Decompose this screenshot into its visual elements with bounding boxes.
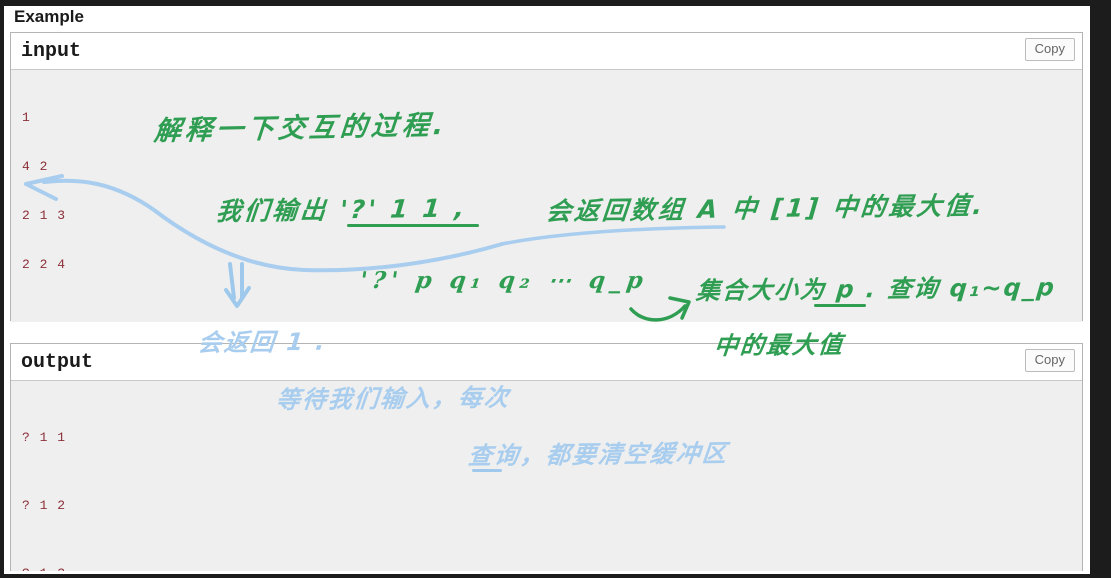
output-header: output Copy bbox=[11, 344, 1082, 381]
output-line: ? 1 3 bbox=[22, 555, 1072, 571]
window-frame: Example input Copy 1 4 2 2 1 3 2 2 4 1 2… bbox=[0, 0, 1111, 578]
output-testcase-block: output Copy ? 1 1 ? 1 2 ? 1 3 ? 1 4 ! 4 … bbox=[10, 343, 1083, 571]
input-content[interactable]: 1 4 2 2 1 3 2 2 4 1 2 3 4 Correct bbox=[11, 70, 1082, 322]
output-content[interactable]: ? 1 1 ? 1 2 ? 1 3 ? 1 4 ! 4 3 bbox=[11, 381, 1082, 571]
copy-input-button[interactable]: Copy bbox=[1024, 38, 1075, 61]
page-content: Example input Copy 1 4 2 2 1 3 2 2 4 1 2… bbox=[4, 6, 1090, 574]
input-line: 2 1 3 bbox=[22, 208, 67, 223]
output-label: output bbox=[21, 351, 94, 374]
output-line: ? 1 1 bbox=[22, 430, 67, 445]
input-label: input bbox=[21, 40, 82, 63]
page-title: Example bbox=[14, 7, 84, 26]
input-header: input Copy bbox=[11, 33, 1082, 70]
input-line: 2 2 4 bbox=[22, 257, 67, 272]
input-line: 1 bbox=[22, 110, 31, 125]
input-testcase-block: input Copy 1 4 2 2 1 3 2 2 4 1 2 3 4 Cor… bbox=[10, 32, 1083, 322]
output-line: ? 1 2 bbox=[22, 498, 67, 513]
input-blank-line bbox=[22, 304, 1072, 322]
copy-output-button[interactable]: Copy bbox=[1024, 349, 1075, 372]
input-line: 4 2 bbox=[22, 159, 49, 174]
